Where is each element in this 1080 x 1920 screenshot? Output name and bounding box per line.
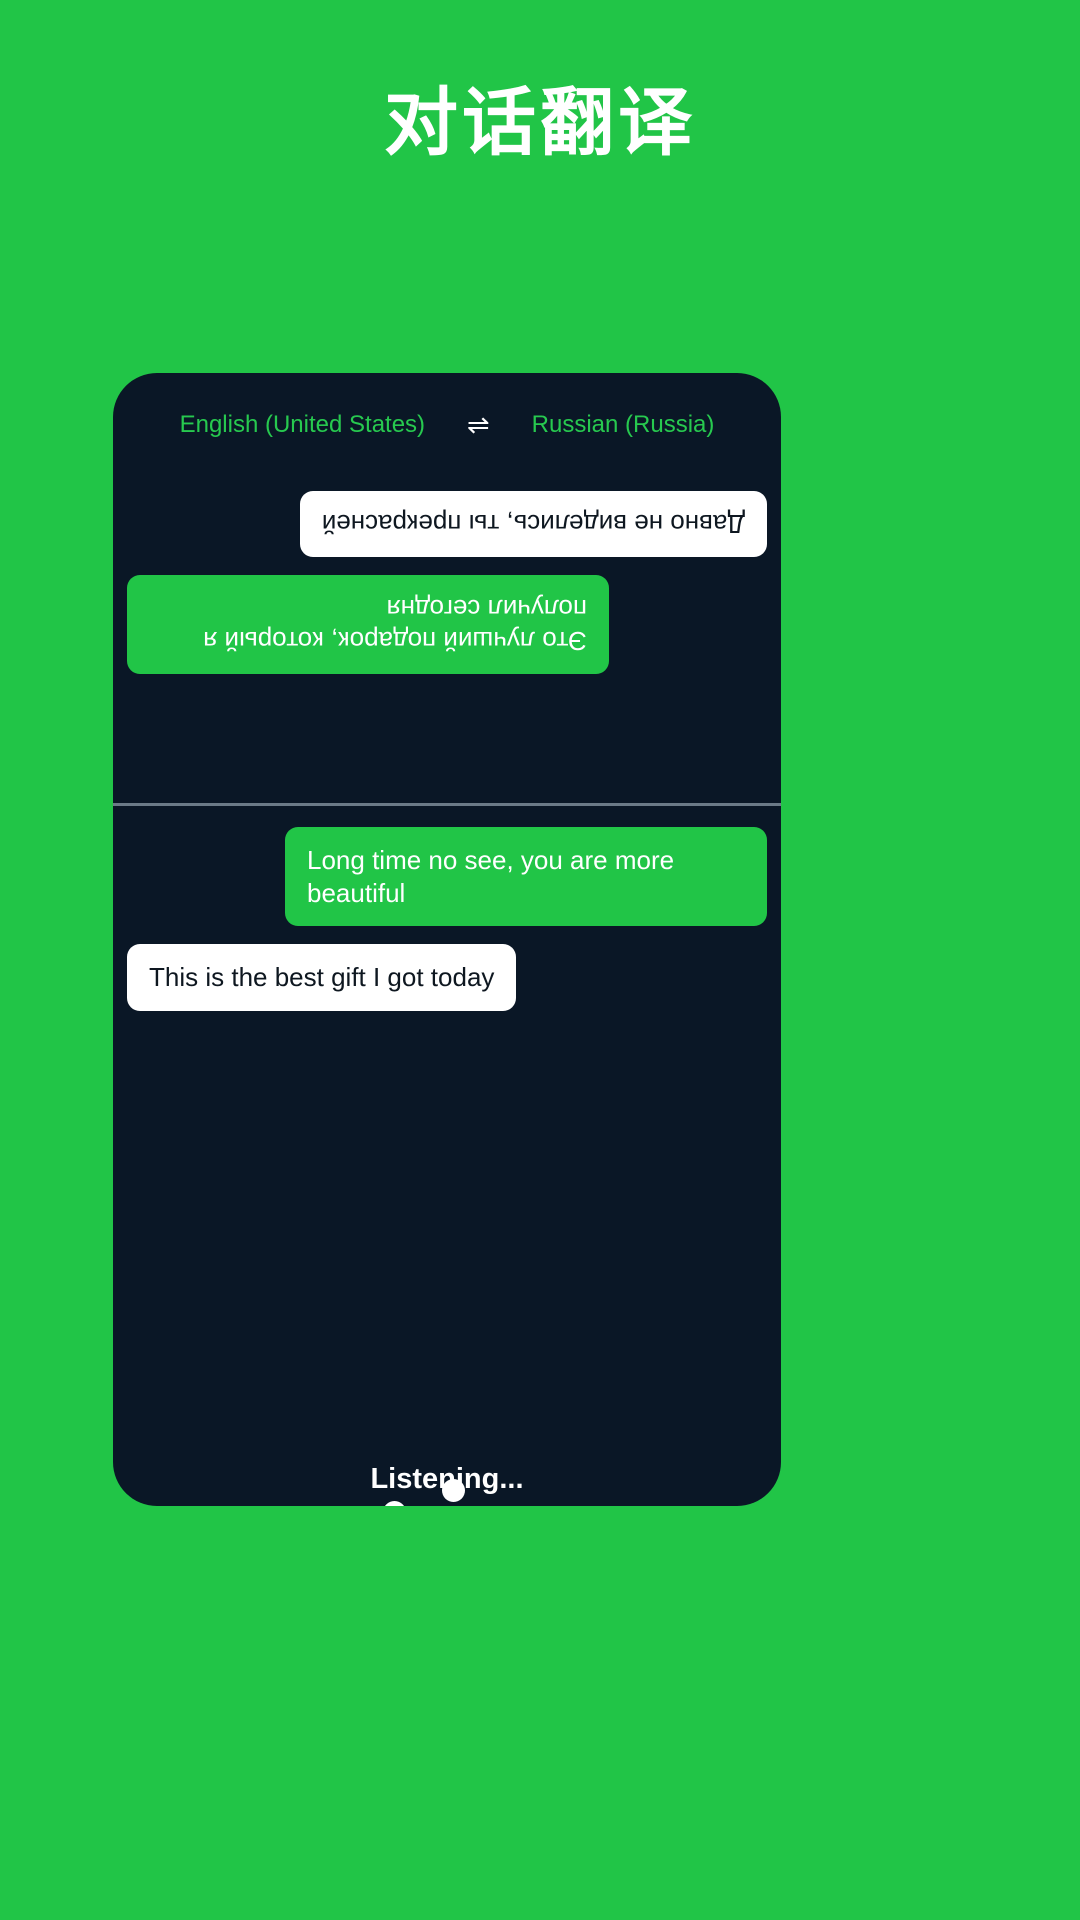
waveform-dot [383, 1500, 406, 1506]
message-row: This is the best gift I got today [127, 944, 767, 1011]
app-screen: 对话翻译 English (United States) ⇌ Russian (… [0, 0, 1080, 1920]
page-title: 对话翻译 [384, 81, 696, 164]
conversation-pane-rotated: Это лучший подарок, который я получил се… [113, 465, 781, 803]
message-bubble-translated-1: Это лучший подарок, который я получил се… [127, 575, 609, 675]
message-bubble-translated-2: Давно не виделись, ты прекрасней [299, 491, 767, 558]
message-bubble-source-1: Long time no see, you are more beautiful [285, 827, 767, 926]
message-bubble-source-2: This is the best gift I got today [127, 944, 517, 1011]
waveform-column [442, 1469, 465, 1506]
waveform-dot [442, 1479, 465, 1502]
message-row: Это лучший подарок, который я получил се… [127, 575, 767, 675]
pane-divider [113, 803, 781, 806]
waveform-column [383, 1491, 406, 1506]
language-bar: English (United States) ⇌ Russian (Russi… [113, 411, 781, 439]
message-row: Давно не виделись, ты прекрасней [127, 491, 767, 558]
swap-horizontal-icon[interactable]: ⇌ [467, 411, 490, 439]
source-language[interactable]: English (United States) [180, 411, 425, 439]
conversation-pane-main: Long time no see, you are more beautiful… [113, 809, 781, 1069]
target-language[interactable]: Russian (Russia) [532, 411, 715, 439]
message-row: Long time no see, you are more beautiful [127, 827, 767, 926]
phone-panel: English (United States) ⇌ Russian (Russi… [113, 373, 781, 1506]
